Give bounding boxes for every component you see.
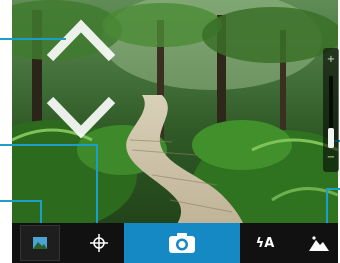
chevron-down-icon[interactable] [44, 96, 118, 140]
camera-toolbar: ϟA [12, 223, 338, 263]
chevron-up-icon[interactable] [44, 18, 118, 62]
mountain-scene-icon [309, 236, 329, 251]
flash-button[interactable]: ϟA [240, 223, 290, 263]
photo-thumbnail-icon [20, 225, 60, 261]
zoom-thumb[interactable] [328, 128, 334, 148]
zoom-out-icon[interactable]: − [323, 152, 339, 163]
flash-auto-icon: ϟA [255, 235, 275, 251]
zoom-slider[interactable]: + − [323, 48, 339, 172]
callout-line-scene-v [326, 188, 328, 228]
scene-mode-button[interactable] [300, 223, 338, 263]
callout-line-thumb-h [0, 200, 42, 202]
callout-line-focus-h [0, 144, 98, 146]
callout-line-scene-h [326, 188, 340, 190]
crosshair-icon [90, 234, 108, 252]
callout-line-chevron [0, 38, 66, 40]
focus-button[interactable] [74, 223, 124, 263]
zoom-in-icon[interactable]: + [323, 54, 339, 65]
shutter-button[interactable] [124, 223, 240, 263]
gallery-thumbnail-button[interactable] [16, 223, 64, 263]
camera-icon [169, 233, 195, 253]
callout-line-focus-v [96, 144, 98, 228]
